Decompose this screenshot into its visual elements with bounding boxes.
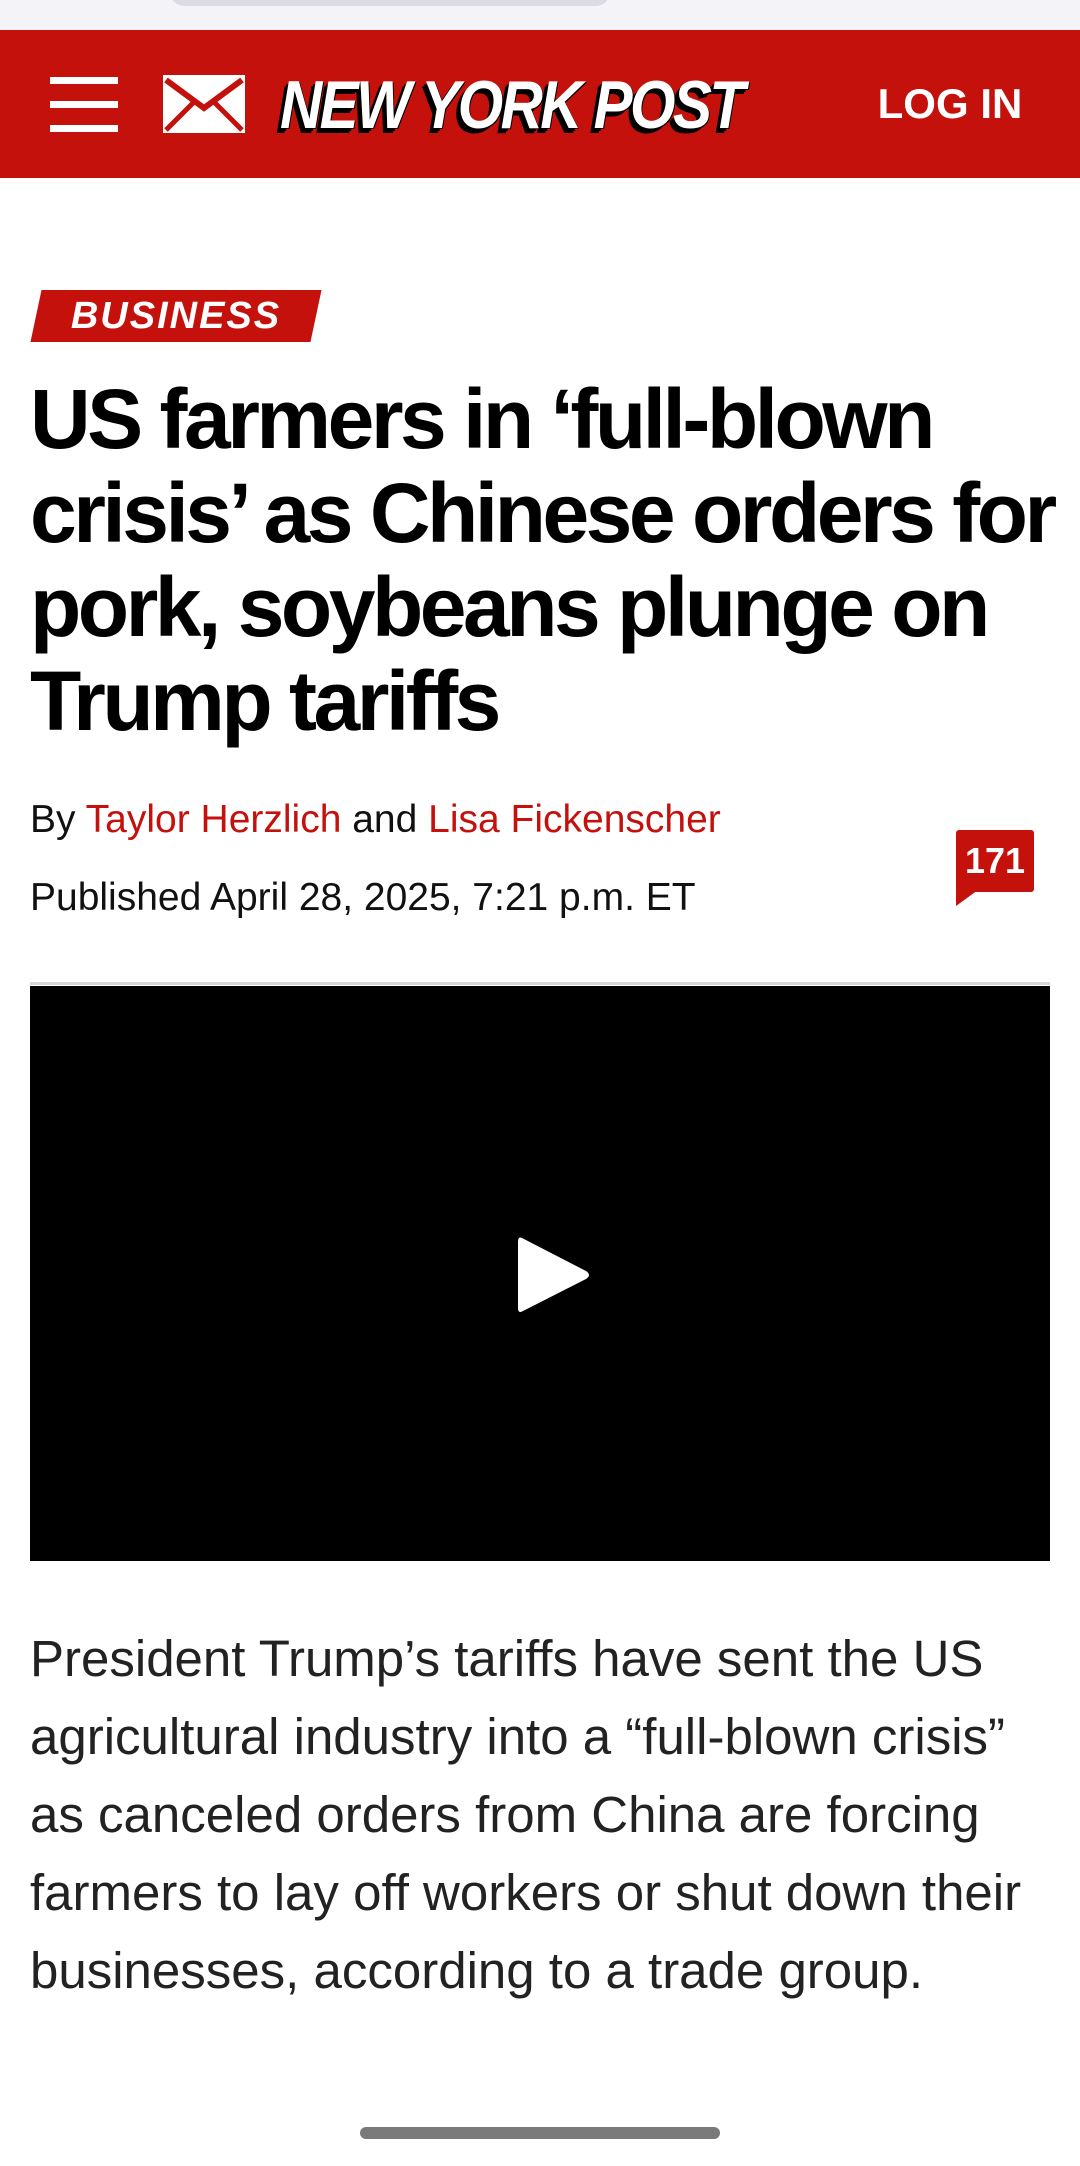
byline-conjunction: and (352, 798, 418, 841)
comment-count: 171 (956, 830, 1034, 892)
byline: By Taylor Herzlich and Lisa Fickenscher (30, 794, 930, 846)
envelope-icon[interactable] (160, 72, 248, 136)
section-tag[interactable]: BUSINESS (36, 290, 316, 342)
byline-prefix: By (30, 798, 76, 841)
article-lede: President Trump’s tariffs have sent the … (30, 1630, 1022, 1999)
login-button[interactable]: LOG IN (860, 74, 1040, 134)
address-bar-edge (170, 0, 610, 6)
site-header: NEW YORK POST LOG IN (0, 30, 1080, 178)
divider (30, 982, 1050, 985)
comment-bubble-tail (956, 890, 978, 906)
menu-bar (50, 124, 118, 132)
home-indicator[interactable] (360, 2127, 720, 2139)
author-link-2[interactable]: Lisa Fickenscher (428, 798, 721, 841)
author-link-1[interactable]: Taylor Herzlich (86, 798, 342, 841)
browser-top-strip (0, 0, 1080, 30)
menu-bar (50, 76, 118, 84)
play-icon[interactable] (508, 1230, 598, 1320)
article-headline: US farmers in ‘full-blown crisis’ as Chi… (30, 372, 1057, 748)
menu-bar (50, 100, 118, 108)
publish-date: Published April 28, 2025, 7:21 p.m. ET (30, 876, 696, 919)
logo-text: NEW YORK POST (280, 67, 745, 143)
site-logo[interactable]: NEW YORK POST (280, 60, 810, 150)
hamburger-menu-icon[interactable] (40, 68, 124, 140)
video-player[interactable] (30, 986, 1050, 1561)
comments-button[interactable]: 171 (956, 830, 1034, 906)
